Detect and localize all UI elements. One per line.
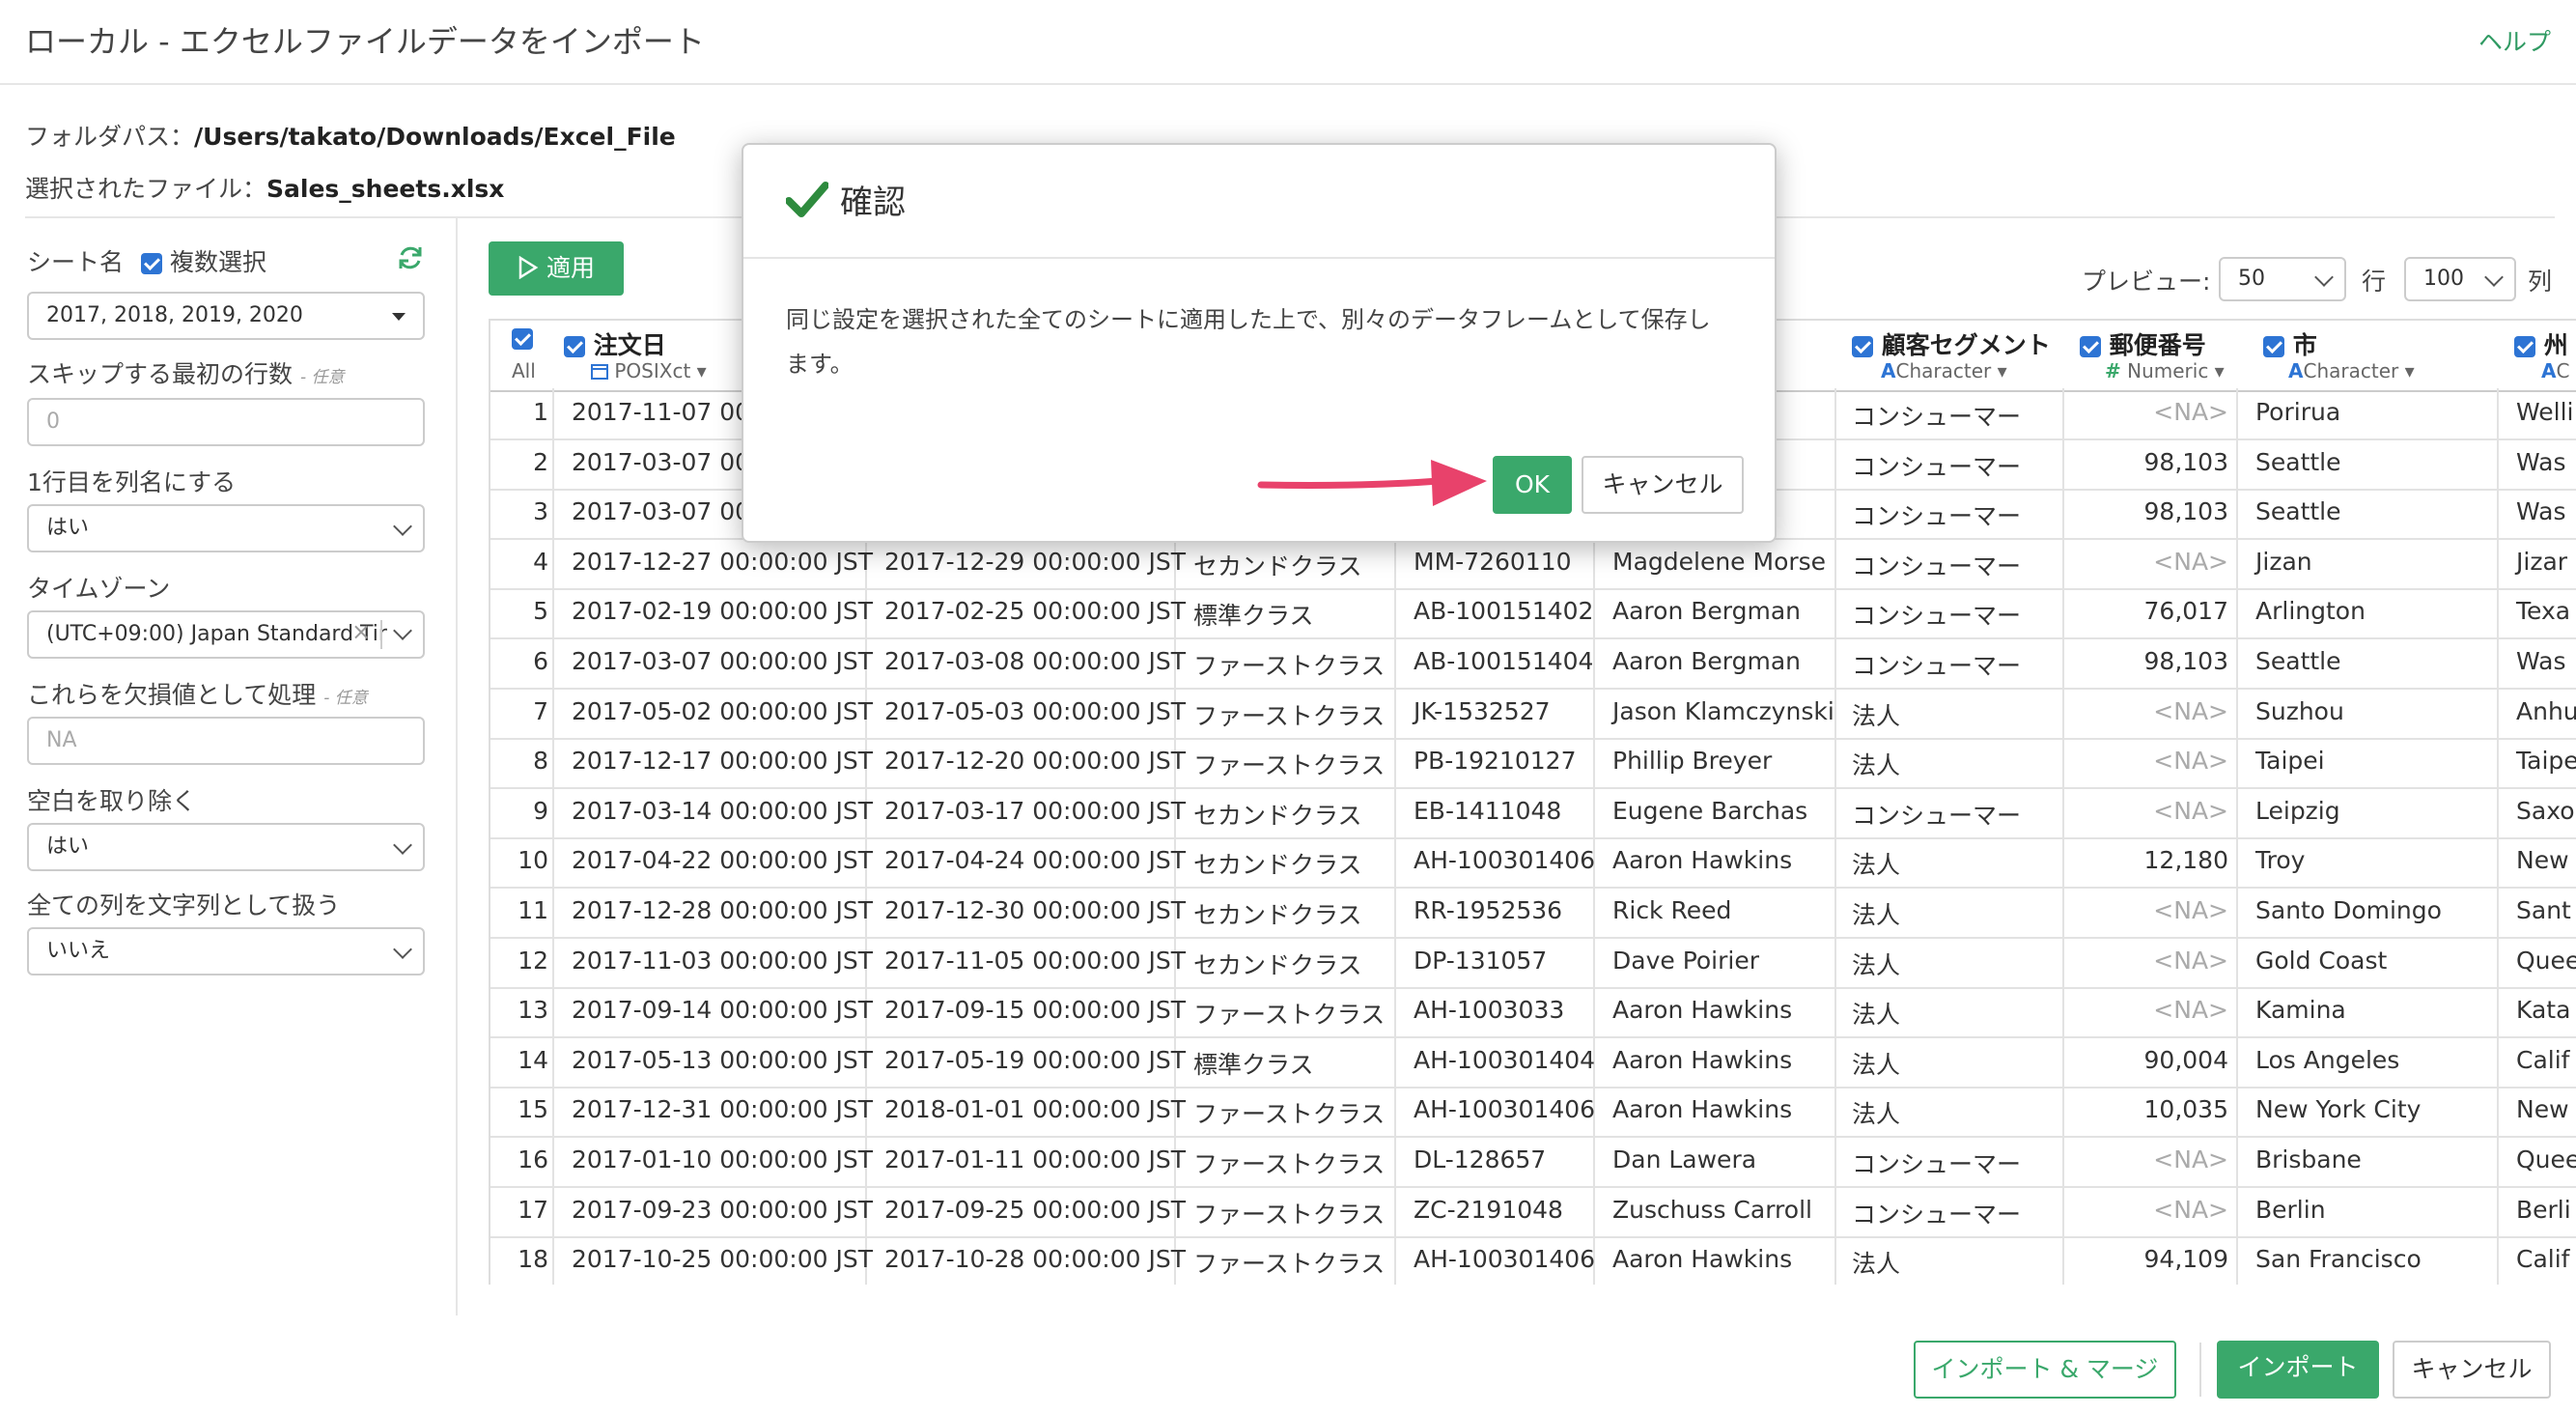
separator	[2199, 1343, 2201, 1397]
import-merge-button[interactable]: インポート & マージ	[1914, 1341, 2176, 1399]
arrow-annotation	[1257, 460, 1487, 506]
dialog-message: 同じ設定を選択された全てのシートに適用した上で、別々のデータフレームとして保存し…	[786, 306, 1711, 378]
dialog-header: 確認	[743, 145, 1775, 259]
checkmark-icon	[786, 182, 828, 217]
import-button[interactable]: インポート	[2217, 1341, 2379, 1399]
dialog-cancel-button[interactable]: キャンセル	[1582, 456, 1744, 514]
ok-button[interactable]: OK	[1493, 456, 1572, 514]
dialog-title: 確認	[840, 184, 906, 222]
footer-cancel-button[interactable]: キャンセル	[2393, 1341, 2551, 1399]
